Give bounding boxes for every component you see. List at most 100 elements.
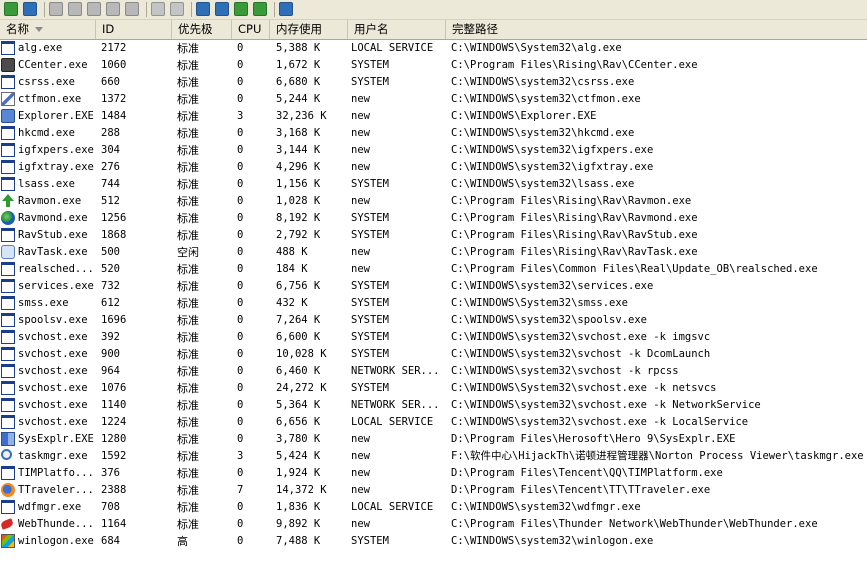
- table-row[interactable]: spoolsv.exe 1696 标准 0 7,264 K SYSTEM C:\WINDOW…: [0, 312, 867, 329]
- process-id: 500: [101, 246, 120, 258]
- table-row[interactable]: hkcmd.exe 288 标准 0 3,168 K new C:\WINDOWS\syst…: [0, 125, 867, 142]
- table-row[interactable]: ctfmon.exe 1372 标准 0 5,244 K new C:\WINDOWS\sy…: [0, 91, 867, 108]
- save-icon[interactable]: [23, 2, 37, 16]
- table-row[interactable]: svchost.exe 1224 标准 0 6,656 K LOCAL SERVICE C:…: [0, 414, 867, 431]
- table-row[interactable]: Ravmond.exe 1256 标准 0 8,192 K SYSTEM C:\Progra…: [0, 210, 867, 227]
- table-row[interactable]: svchost.exe 392 标准 0 6,600 K SYSTEM C:\WINDOWS…: [0, 329, 867, 346]
- process-path: D:\Program Files\Tencent\QQ\TIMPlatform.…: [451, 467, 723, 479]
- process-memory: 7,264 K: [276, 314, 321, 326]
- process-path: C:\Program Files\Thunder Network\WebThun…: [451, 518, 818, 530]
- process-arrow-green-icon: [1, 194, 15, 208]
- table-row[interactable]: svchost.exe 1076 标准 0 24,272 K SYSTEM C:\WINDO…: [0, 380, 867, 397]
- process-name: winlogon.exe: [18, 535, 94, 547]
- delete-icon[interactable]: [151, 2, 165, 16]
- properties-icon[interactable]: [87, 2, 101, 16]
- info-icon[interactable]: [170, 2, 184, 16]
- process-user: new: [351, 144, 370, 156]
- process-path: C:\WINDOWS\system32\winlogon.exe: [451, 535, 654, 547]
- table-row[interactable]: wdfmgr.exe 708 标准 0 1,836 K LOCAL SERVICE C:\W…: [0, 499, 867, 516]
- process-memory: 5,244 K: [276, 93, 321, 105]
- search-icon[interactable]: [279, 2, 293, 16]
- process-priority: 高: [177, 535, 188, 548]
- table-row[interactable]: svchost.exe 1140 标准 0 5,364 K NETWORK SER... C…: [0, 397, 867, 414]
- column-header-id[interactable]: ID: [96, 20, 172, 39]
- process-path: F:\软件中心\HijackTh\诺顿进程管理器\Norton Process …: [451, 450, 864, 462]
- process-name: Ravmon.exe: [18, 195, 82, 207]
- table-row[interactable]: Explorer.EXE 1484 标准 3 32,236 K new C:\WINDOWS…: [0, 108, 867, 125]
- process-name: RavStub.exe: [18, 229, 88, 241]
- table-row[interactable]: realsched... 520 标准 0 184 K new C:\Program Fil…: [0, 261, 867, 278]
- process-name: svchost.exe: [18, 416, 88, 428]
- table-row[interactable]: svchost.exe 900 标准 0 10,028 K SYSTEM C:\WINDOW…: [0, 346, 867, 363]
- record-icon[interactable]: [106, 2, 120, 16]
- column-header-name[interactable]: 名称: [0, 20, 96, 39]
- process-name: realsched...: [18, 263, 94, 275]
- process-id: 512: [101, 195, 120, 207]
- window-check-icon[interactable]: [253, 2, 267, 16]
- tree-icon[interactable]: [68, 2, 82, 16]
- process-cpu: 0: [237, 416, 244, 428]
- process-id: 392: [101, 331, 120, 343]
- process-priority: 标准: [177, 212, 199, 225]
- process-id: 732: [101, 280, 120, 292]
- table-row[interactable]: igfxpers.exe 304 标准 0 3,144 K new C:\WINDOWS\s…: [0, 142, 867, 159]
- process-window-icon: [1, 330, 15, 344]
- process-priority: 标准: [177, 314, 199, 327]
- column-header-memory[interactable]: 内存使用: [270, 20, 348, 39]
- table-row[interactable]: svchost.exe 964 标准 0 6,460 K NETWORK SER... C:…: [0, 363, 867, 380]
- process-name: TTraveler...: [18, 484, 94, 496]
- process-priority: 标准: [177, 518, 199, 531]
- table-row[interactable]: SysExplr.EXE 1280 标准 0 3,780 K new D:\Program …: [0, 431, 867, 448]
- table-row[interactable]: WebThunde... 1164 标准 0 9,892 K new C:\Program …: [0, 516, 867, 533]
- column-header-path[interactable]: 完整路径: [446, 20, 867, 39]
- window-copy-icon[interactable]: [234, 2, 248, 16]
- process-name: Explorer.EXE: [18, 110, 94, 122]
- table-row[interactable]: TTraveler... 2388 标准 7 14,372 K new D:\Program…: [0, 482, 867, 499]
- process-memory: 8,192 K: [276, 212, 321, 224]
- table-row[interactable]: lsass.exe 744 标准 0 1,156 K SYSTEM C:\WINDOWS\s…: [0, 176, 867, 193]
- process-list-icon[interactable]: [196, 2, 210, 16]
- column-header-cpu[interactable]: CPU: [232, 20, 270, 39]
- process-priority: 标准: [177, 144, 199, 157]
- refresh-icon[interactable]: [4, 2, 18, 16]
- process-id: 684: [101, 535, 120, 547]
- process-window-icon: [1, 279, 15, 293]
- table-row[interactable]: RavTask.exe 500 空闲 0 488 K new C:\Program File…: [0, 244, 867, 261]
- process-priority: 标准: [177, 484, 199, 497]
- process-memory: 5,424 K: [276, 450, 321, 462]
- page-icon[interactable]: [125, 2, 139, 16]
- copy-icon[interactable]: [49, 2, 63, 16]
- process-priority: 标准: [177, 161, 199, 174]
- toolbar-separator: [146, 2, 147, 17]
- table-row[interactable]: RavStub.exe 1868 标准 0 2,792 K SYSTEM C:\Progra…: [0, 227, 867, 244]
- process-path: C:\WINDOWS\system32\lsass.exe: [451, 178, 635, 190]
- column-header-priority[interactable]: 优先极: [172, 20, 232, 39]
- process-id: 900: [101, 348, 120, 360]
- process-cpu: 0: [237, 518, 244, 530]
- process-priority: 标准: [177, 59, 199, 72]
- table-row[interactable]: Ravmon.exe 512 标准 0 1,028 K new C:\Program Fil…: [0, 193, 867, 210]
- table-row[interactable]: TIMPlatfo... 376 标准 0 1,924 K new D:\Program F…: [0, 465, 867, 482]
- table-row[interactable]: CCenter.exe 1060 标准 0 1,672 K SYSTEM C:\Progra…: [0, 57, 867, 74]
- table-row[interactable]: taskmgr.exe 1592 标准 3 5,424 K new F:\软件中心\Hija…: [0, 448, 867, 465]
- process-path: C:\Program Files\Rising\Rav\RavStub.exe: [451, 229, 698, 241]
- process-path: C:\WINDOWS\system32\services.exe: [451, 280, 654, 292]
- process-cpu: 0: [237, 144, 244, 156]
- process-memory: 4,296 K: [276, 161, 321, 173]
- process-priority: 标准: [177, 365, 199, 378]
- process-memory: 10,028 K: [276, 348, 327, 360]
- table-row[interactable]: igfxtray.exe 276 标准 0 4,296 K new C:\WINDOWS\s…: [0, 159, 867, 176]
- module-list-icon[interactable]: [215, 2, 229, 16]
- process-user: SYSTEM: [351, 535, 389, 547]
- process-window-icon: [1, 160, 15, 174]
- process-path: C:\WINDOWS\system32\svchost -k rpcss: [451, 365, 679, 377]
- table-row[interactable]: csrss.exe 660 标准 0 6,680 K SYSTEM C:\WINDOWS\s…: [0, 74, 867, 91]
- table-row[interactable]: services.exe 732 标准 0 6,756 K SYSTEM C:\WINDOW…: [0, 278, 867, 295]
- process-id: 304: [101, 144, 120, 156]
- table-row[interactable]: alg.exe 2172 标准 0 5,388 K LOCAL SERVICE C:\WIN…: [0, 40, 867, 57]
- table-row[interactable]: winlogon.exe 684 高 0 7,488 K SYSTEM C:\WINDOWS…: [0, 533, 867, 550]
- process-id: 1140: [101, 399, 127, 411]
- column-header-user[interactable]: 用户名: [348, 20, 446, 39]
- process-path: C:\WINDOWS\system32\spoolsv.exe: [451, 314, 647, 326]
- table-row[interactable]: smss.exe 612 标准 0 432 K SYSTEM C:\WINDOWS\Syst…: [0, 295, 867, 312]
